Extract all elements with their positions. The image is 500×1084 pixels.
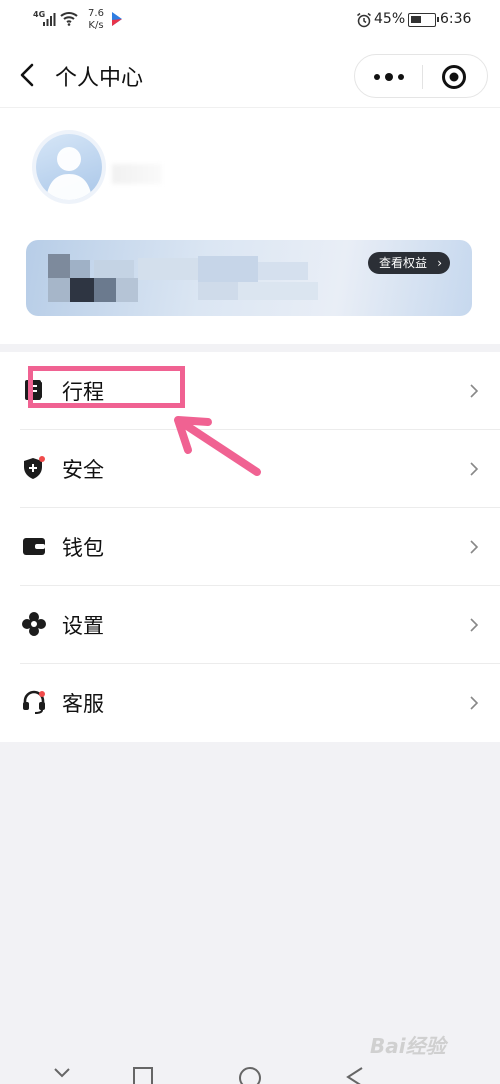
annotation-arrow	[174, 416, 261, 476]
app-notification-icon	[112, 12, 122, 26]
user-silhouette-icon	[46, 147, 92, 200]
chevron-right-icon	[470, 540, 479, 554]
battery-percent: 45%	[374, 11, 406, 27]
clock: 6:36	[440, 11, 472, 27]
target-close-icon[interactable]	[441, 64, 467, 90]
view-rights-button[interactable]: 查看权益 ›	[368, 252, 450, 274]
wifi-icon	[60, 12, 78, 26]
chevron-right-icon: ›	[437, 256, 442, 270]
avatar[interactable]	[36, 134, 102, 200]
chevron-left-icon[interactable]	[14, 60, 42, 90]
home-icon[interactable]	[238, 1066, 262, 1084]
battery-icon	[408, 13, 439, 27]
shield-icon	[24, 456, 45, 479]
menu-list: 行程 安全 钱包 设置 客服	[0, 352, 500, 742]
speed-value: 7.6	[88, 8, 104, 19]
recent-apps-icon[interactable]	[132, 1066, 154, 1084]
username-blurred	[112, 164, 162, 184]
navigation-bar: 个人中心	[0, 42, 500, 108]
status-bar: 4G 7.6 K/s 45% 6:36	[0, 0, 500, 42]
menu-item-customer-service[interactable]: 客服	[0, 664, 500, 742]
back-triangle-icon[interactable]	[344, 1066, 366, 1084]
signal-icon	[43, 13, 56, 26]
battery-fill	[411, 16, 421, 23]
menu-item-label: 安全	[62, 458, 104, 482]
mini-program-capsule	[354, 54, 488, 98]
card-mosaic	[48, 254, 328, 302]
menu-item-label: 设置	[62, 614, 104, 638]
page-title: 个人中心	[55, 66, 144, 91]
chevron-right-icon	[470, 462, 479, 476]
chevron-right-icon	[470, 384, 479, 398]
headset-icon	[23, 690, 45, 714]
watermark: Bai经验	[370, 1034, 446, 1058]
network-speed: 7.6 K/s	[85, 8, 107, 32]
chevron-down-icon[interactable]	[52, 1066, 72, 1080]
capsule-divider	[422, 65, 423, 89]
profile-section: 查看权益 ›	[0, 108, 500, 344]
menu-item-label: 客服	[62, 692, 104, 716]
speed-unit: K/s	[88, 20, 104, 31]
settings-flower-icon	[22, 612, 46, 636]
highlight-box	[28, 366, 185, 408]
chevron-right-icon	[470, 696, 479, 710]
view-rights-label: 查看权益	[379, 256, 428, 270]
menu-item-wallet[interactable]: 钱包	[0, 508, 500, 586]
alarm-icon	[357, 12, 371, 28]
chevron-right-icon	[470, 618, 479, 632]
wallet-icon	[23, 538, 45, 555]
more-dots-icon[interactable]	[369, 64, 409, 90]
system-navigation-bar	[0, 1060, 500, 1084]
menu-item-label: 钱包	[62, 536, 104, 560]
menu-item-settings[interactable]: 设置	[0, 586, 500, 664]
